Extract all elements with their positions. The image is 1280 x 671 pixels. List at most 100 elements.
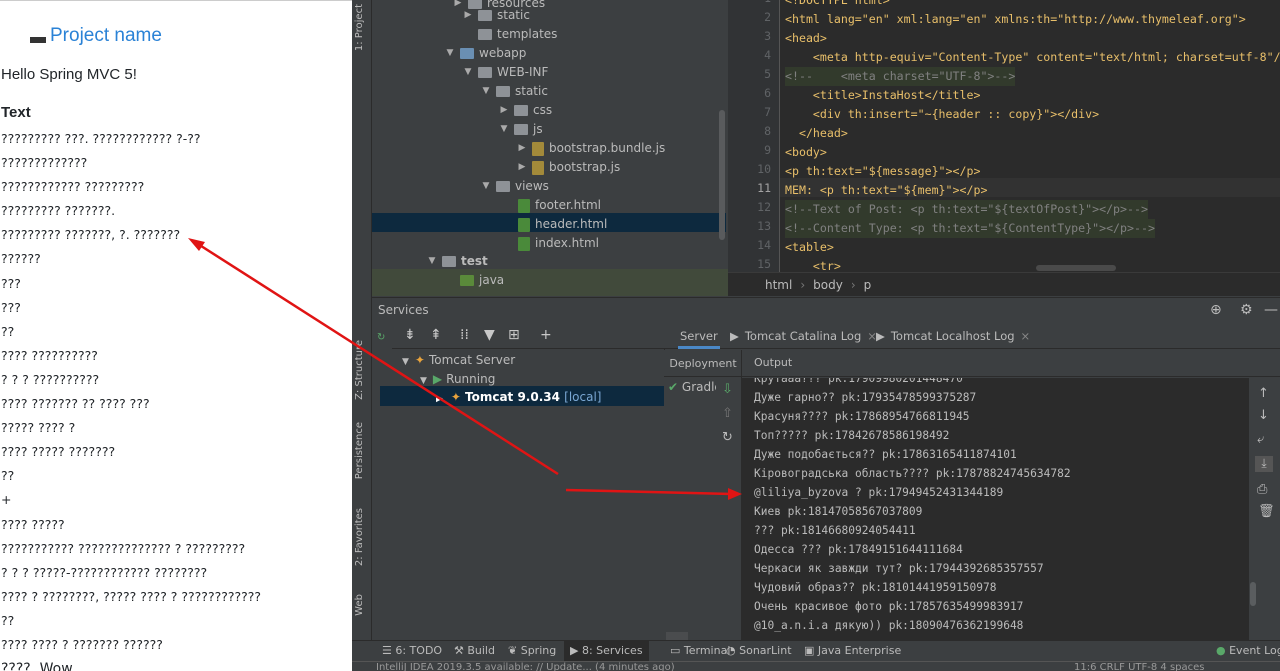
code-line[interactable]: <table> (785, 238, 834, 257)
tree-item-views[interactable]: ▼ views (480, 177, 549, 196)
log-icon: ▶ (730, 329, 739, 343)
toolwindow-build[interactable]: ⚒ Build (454, 644, 495, 657)
filter-icon[interactable]: ▼ (484, 327, 495, 343)
deploy-action-icon[interactable]: ⇩ (722, 382, 733, 397)
group-icon[interactable]: ⁞⁞ (460, 327, 469, 343)
code-line[interactable]: </head> (785, 124, 848, 143)
tree-tomcat-instance[interactable]: ▶ ✦ Tomcat 9.0.34 [local] (436, 388, 601, 406)
chevron-right-icon[interactable]: ▶ (516, 139, 528, 158)
code-line[interactable]: <p th:text="${message}"></p> (785, 162, 980, 181)
down-arrow-icon[interactable]: ↓ (1258, 408, 1269, 423)
toolwindow-terminal[interactable]: ▭ Terminal (670, 644, 730, 657)
up-arrow-icon[interactable]: ↑ (1258, 386, 1269, 401)
deployment-item[interactable]: ✔ Gradle (668, 380, 716, 394)
tree-item-bootstrap-js[interactable]: ▶ bootstrap.js (516, 158, 620, 177)
tree-item-css[interactable]: ▶ css (498, 101, 553, 120)
folder-icon (514, 105, 528, 116)
tree-scrollbar[interactable] (719, 110, 725, 240)
toolwindow-java-enterprise[interactable]: ▣ Java Enterprise (804, 644, 901, 657)
chevron-right-icon[interactable]: ▶ (462, 6, 474, 25)
editor-scrollbar[interactable] (1036, 265, 1116, 271)
toolwindow-services[interactable]: ▶ 8: Services (564, 641, 649, 661)
expand-all-icon[interactable]: ⇟ (404, 327, 416, 343)
side-tab-web[interactable]: Web (354, 594, 365, 616)
tab-localhost-log[interactable]: ▶ Tomcat Localhost Log × (876, 321, 1030, 349)
code-line[interactable]: <body> (785, 143, 827, 162)
code-editor[interactable]: 123456789101112131415 <!DOCTYPE html><ht… (728, 0, 1280, 296)
console-line: Киев pk:18147058567037809 (754, 505, 923, 518)
navbar-brand[interactable]: Project name (30, 23, 162, 49)
scroll-to-end-icon[interactable]: ⤓ (1255, 456, 1273, 472)
tree-item-static[interactable]: ▶ static (462, 6, 530, 25)
code-line[interactable]: <div th:insert="~{header :: copy}"></div… (785, 105, 1099, 124)
code-line[interactable]: <head> (785, 29, 827, 48)
tree-item-footer-html[interactable]: footer.html (502, 196, 601, 215)
tree-item-test[interactable]: ▼ test (426, 252, 488, 271)
side-tab-project[interactable]: 1: Project (354, 4, 365, 51)
close-icon[interactable]: × (1021, 329, 1031, 343)
code-line[interactable]: <html lang="en" xml:lang="en" xmlns:th="… (785, 10, 1246, 29)
side-tab-structure[interactable]: Z: Structure (354, 340, 365, 400)
tree-item-java[interactable]: java (444, 271, 504, 290)
console-scrollbar[interactable] (1250, 582, 1256, 606)
tree-item-bootstrap-bundle-js[interactable]: ▶ bootstrap.bundle.js (516, 139, 665, 158)
tree-item-templates[interactable]: templates (462, 25, 557, 44)
redeploy-icon[interactable]: ↻ (722, 430, 733, 445)
side-tab-favorites[interactable]: 2: Favorites (354, 508, 365, 566)
soft-wrap-icon[interactable]: ⤶ (1257, 432, 1264, 447)
crumb-p[interactable]: p (864, 278, 872, 292)
code-line[interactable]: <title>InstaHost</title> (785, 86, 981, 105)
code-line[interactable]: MEM: <p th:text="${mem}"></p> (785, 181, 987, 200)
collapse-all-icon[interactable]: ⇞ (430, 327, 442, 343)
crumb-html[interactable]: html (765, 278, 792, 292)
tab-catalina-log[interactable]: ▶ Tomcat Catalina Log × (730, 321, 877, 349)
output-header: Output (742, 350, 1280, 377)
status-right[interactable]: 11:6 CRLF UTF-8 4 spaces (1074, 662, 1204, 671)
side-tab-persistence[interactable]: Persistence (354, 422, 365, 479)
intellij-ide: 1: Project Z: Structure Persistence 2: F… (352, 0, 1280, 671)
print-icon[interactable]: ⎙ (1257, 482, 1267, 497)
tree-item-js[interactable]: ▼ js (498, 120, 543, 139)
undeploy-icon[interactable]: ⇧ (722, 406, 733, 421)
add-service-icon[interactable]: + (540, 327, 552, 343)
tree-item-web-inf[interactable]: ▼ WEB-INF (462, 63, 549, 82)
code-line[interactable]: <!-- <meta charset="UTF-8">--> (785, 67, 1016, 86)
deploy-scrollbar[interactable] (666, 632, 688, 640)
code-line[interactable]: <!--Content Type: <p th:text="${ContentT… (785, 219, 1155, 238)
tree-item-header-html[interactable]: header.html (502, 215, 607, 234)
trash-icon[interactable]: 🗑 (1258, 504, 1275, 519)
tree-running[interactable]: ▼ ▶ Running (420, 370, 495, 388)
chevron-down-icon[interactable]: ▼ (480, 177, 492, 196)
chevron-down-icon[interactable]: ▼ (498, 120, 510, 139)
chevron-down-icon[interactable]: ▼ (444, 44, 456, 63)
code-line[interactable]: <meta http-equiv="Content-Type" content=… (785, 48, 1280, 67)
event-log[interactable]: ● Event Log (1216, 644, 1280, 657)
tab-server[interactable]: Server (678, 321, 720, 349)
brand-link[interactable]: Project name (50, 25, 162, 47)
chevron-right-icon[interactable]: ▶ (498, 101, 510, 120)
code-line[interactable]: <!--Text of Post: <p th:text="${textOfPo… (785, 200, 1148, 219)
minimize-icon[interactable]: — (1264, 298, 1278, 322)
toolwindow-spring[interactable]: ❦ Spring (508, 644, 556, 657)
chevron-down-icon[interactable]: ▼ (462, 63, 474, 82)
html-file-icon (518, 217, 530, 232)
toolwindow-sonarlint[interactable]: ◔ SonarLint (726, 644, 792, 657)
navbar-toggler-icon[interactable] (30, 37, 46, 43)
chevron-down-icon[interactable]: ▼ (426, 252, 438, 271)
console-output[interactable]: Крутааа??? pk:1790998020144847​0 Дуже гар… (742, 378, 1249, 640)
chevron-down-icon[interactable]: ▼ (480, 82, 492, 101)
toolwindow-todo[interactable]: ☰ 6: TODO (382, 644, 442, 657)
tree-item-webapp[interactable]: ▼ webapp (444, 44, 527, 63)
tool-window-bar: ☰ 6: TODO ⚒ Build ❦ Spring ▶ 8: Services… (352, 640, 1280, 661)
tree-item-static[interactable]: ▼ static (480, 82, 548, 101)
rerun-icon[interactable]: ↻ (377, 333, 387, 343)
status-message[interactable]: IntelliJ IDEA 2019.3.5 available: // Upd… (376, 662, 675, 671)
tree-tomcat-server[interactable]: ▼ ✦ Tomcat Server (402, 351, 515, 369)
crumb-body[interactable]: body (813, 278, 843, 292)
code-line[interactable]: <!DOCTYPE html> (785, 0, 890, 10)
globe-icon[interactable]: ⊕ (1210, 298, 1222, 322)
chevron-right-icon[interactable]: ▶ (516, 158, 528, 177)
tree-item-index-html[interactable]: index.html (502, 234, 599, 253)
new-tab-icon[interactable]: ⊞ (508, 327, 520, 343)
gear-icon[interactable]: ⚙ (1240, 298, 1253, 322)
